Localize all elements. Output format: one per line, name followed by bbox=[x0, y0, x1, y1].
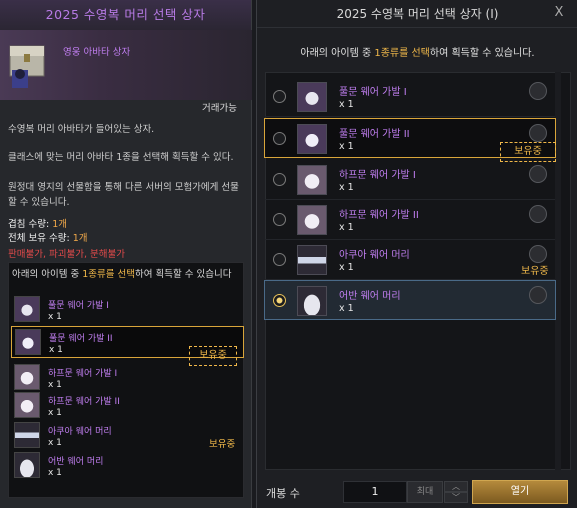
magnifier-icon[interactable] bbox=[529, 124, 547, 142]
wig-icon bbox=[297, 165, 327, 195]
decrement-button[interactable]: ﹀ bbox=[444, 492, 468, 503]
radio-button[interactable] bbox=[273, 173, 286, 186]
radio-button[interactable] bbox=[273, 90, 286, 103]
close-button[interactable]: X bbox=[551, 5, 567, 21]
head-highlight: 1종류를 선택 bbox=[82, 269, 136, 280]
item-qty: x 1 bbox=[339, 262, 354, 273]
list-item: 하프문 웨어 가발 I x 1 bbox=[14, 364, 242, 394]
owned-badge: 보유중 bbox=[189, 346, 237, 366]
radio-button[interactable] bbox=[273, 132, 286, 145]
radio-button[interactable] bbox=[273, 294, 286, 307]
tooltip-item-grade: 영웅 아바타 상자 bbox=[63, 47, 131, 58]
item-name: 풀문 웨어 가발 I bbox=[339, 87, 407, 98]
restrictions: 판매불가, 파괴불가, 분해불가 bbox=[8, 246, 125, 260]
item-qty: x 1 bbox=[48, 468, 62, 478]
total-label: 전체 보유 수량: bbox=[8, 233, 73, 244]
list-item: 하프문 웨어 가발 II x 1 bbox=[14, 392, 242, 422]
magnifier-icon[interactable] bbox=[529, 286, 547, 304]
description-line-2: 클래스에 맞는 머리 아바타 1종을 선택해 획득할 수 있다. bbox=[8, 152, 234, 163]
description-line-1: 수영복 머리 아바타가 들어있는 상자. bbox=[8, 124, 155, 135]
magnifier-icon[interactable] bbox=[529, 165, 547, 183]
item-qty: x 1 bbox=[49, 345, 63, 355]
wig-icon bbox=[297, 124, 327, 154]
wig-icon bbox=[14, 296, 40, 322]
list-item: 어반 웨어 머리 x 1 bbox=[14, 452, 242, 482]
item-name: 풀문 웨어 가발 II bbox=[339, 129, 410, 140]
total-value: 1개 bbox=[72, 233, 88, 244]
owned-label: 보유중 bbox=[521, 266, 549, 277]
item-qty: x 1 bbox=[339, 99, 354, 110]
head-pre: 아래의 아이템 중 bbox=[300, 48, 375, 59]
selection-window: 2025 수영복 머리 선택 상자 (I) X 아래의 아이템 중 1종류를 선… bbox=[256, 0, 577, 508]
hat-icon bbox=[297, 286, 327, 316]
description-line-3: 원정대 영지의 선물함을 통해 다른 서버의 모험가에게 선물할 수 있습니다. bbox=[8, 182, 239, 208]
item-row-selected[interactable]: 어반 웨어 머리 x 1 bbox=[264, 280, 556, 320]
magnifier-icon[interactable] bbox=[529, 82, 547, 100]
headband-icon bbox=[297, 245, 327, 275]
item-row[interactable]: 하프문 웨어 가발 I x 1 bbox=[265, 160, 555, 200]
item-name: 하프문 웨어 가발 II bbox=[339, 210, 419, 221]
head-pre: 아래의 아이템 중 bbox=[12, 269, 83, 280]
warn-disassemble: 분해불가 bbox=[90, 249, 125, 260]
item-qty: x 1 bbox=[339, 303, 354, 314]
item-name: 풀문 웨어 가발 II bbox=[49, 334, 113, 344]
magnifier-icon[interactable] bbox=[529, 245, 547, 263]
tooltip-title: 2025 수영복 머리 선택 상자 bbox=[0, 0, 251, 30]
item-name: 어반 웨어 머리 bbox=[48, 457, 104, 467]
item-qty: x 1 bbox=[339, 182, 354, 193]
open-count-label: 개봉 수 bbox=[266, 487, 300, 500]
item-name: 아쿠아 웨어 머리 bbox=[339, 250, 410, 261]
radio-button[interactable] bbox=[273, 253, 286, 266]
item-qty: x 1 bbox=[339, 141, 354, 152]
item-qty: x 1 bbox=[48, 312, 62, 322]
headband-icon bbox=[14, 422, 40, 448]
wig-icon bbox=[15, 329, 41, 355]
wig-icon bbox=[297, 205, 327, 235]
quantity-input[interactable]: 1 bbox=[343, 481, 407, 503]
item-qty: x 1 bbox=[48, 380, 62, 390]
total-quantity: 전체 보유 수량: 1개 bbox=[8, 230, 88, 244]
head-post: 하여 획득할 수 있습니다 bbox=[135, 269, 232, 280]
item-qty: x 1 bbox=[48, 438, 62, 448]
item-row[interactable]: 아쿠아 웨어 머리 x 1 bbox=[265, 240, 555, 280]
item-name: 어반 웨어 머리 bbox=[339, 291, 401, 302]
selection-heading: 아래의 아이템 중 1종류를 선택하여 획득할 수 있습니다 bbox=[12, 266, 231, 280]
selection-heading: 아래의 아이템 중 1종류를 선택하여 획득할 수 있습니다. bbox=[257, 44, 577, 59]
item-row[interactable]: 풀문 웨어 가발 I x 1 bbox=[265, 77, 555, 117]
magnifier-icon[interactable] bbox=[529, 205, 547, 223]
item-qty: x 1 bbox=[48, 408, 62, 418]
item-name: 풀문 웨어 가발 I bbox=[48, 301, 109, 311]
head-post: 하여 획득할 수 있습니다. bbox=[429, 48, 535, 59]
warn-destroy: 파괴불가 bbox=[49, 249, 84, 260]
chest-icon bbox=[9, 45, 45, 88]
item-qty: x 1 bbox=[339, 222, 354, 233]
list-item: 아쿠아 웨어 머리 x 1 bbox=[14, 422, 242, 452]
item-tooltip: 2025 수영복 머리 선택 상자 영웅 아바타 상자 거래가능 수영복 머리 … bbox=[0, 0, 252, 508]
owned-label: 보유중 bbox=[209, 439, 236, 450]
wig-icon bbox=[14, 364, 40, 390]
item-name: 하프문 웨어 가발 I bbox=[48, 369, 118, 379]
hat-icon bbox=[14, 452, 40, 478]
wig-icon bbox=[297, 82, 327, 112]
max-button[interactable]: 최대 bbox=[407, 481, 443, 503]
trade-status: 거래가능 bbox=[202, 103, 237, 114]
item-name: 하프문 웨어 가발 II bbox=[48, 397, 120, 407]
item-name: 하프문 웨어 가발 I bbox=[339, 170, 416, 181]
item-name: 아쿠아 웨어 머리 bbox=[48, 427, 112, 437]
stack-quantity: 겹침 수량: 1개 bbox=[8, 216, 67, 230]
list-item: 풀문 웨어 가발 I x 1 bbox=[14, 296, 242, 326]
warn-sell: 판매불가 bbox=[8, 249, 43, 260]
wig-icon bbox=[14, 392, 40, 418]
window-title: 2025 수영복 머리 선택 상자 (I) bbox=[257, 0, 577, 28]
bottom-bar: 개봉 수 1 최대 ︿ ﹀ 열기 bbox=[257, 478, 577, 508]
open-button[interactable]: 열기 bbox=[472, 480, 568, 504]
owned-badge: 보유중 bbox=[500, 142, 556, 162]
item-row[interactable]: 하프문 웨어 가발 II x 1 bbox=[265, 200, 555, 240]
stack-label: 겹침 수량: bbox=[8, 219, 53, 230]
radio-button[interactable] bbox=[273, 213, 286, 226]
stack-value: 1개 bbox=[52, 219, 67, 230]
increment-button[interactable]: ︿ bbox=[444, 481, 468, 492]
head-highlight: 1종류를 선택 bbox=[374, 48, 430, 59]
